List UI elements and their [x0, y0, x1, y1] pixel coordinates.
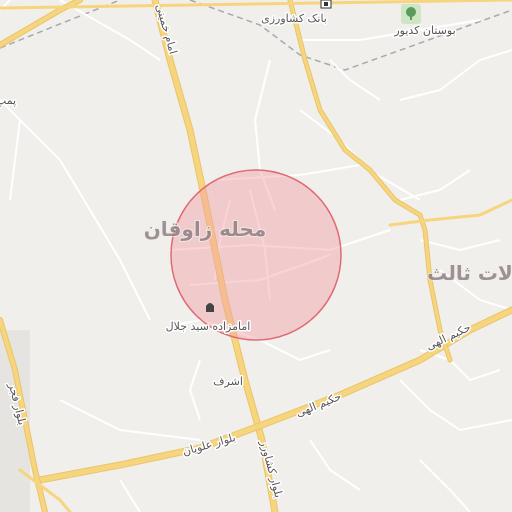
shrine-label[interactable]: امامزاده سید جلال — [164, 319, 252, 335]
neighborhood-label: محله زاوقان — [144, 217, 267, 241]
district-label: لات ثالث — [427, 261, 512, 285]
edge-label-left: پمپ — [0, 94, 16, 107]
map-view[interactable]: محله زاوقان لات ثالث امامزاده سید جلال ب… — [0, 0, 512, 512]
bank-icon[interactable] — [320, 0, 332, 9]
park-label[interactable]: بوستان کدیور — [392, 23, 457, 39]
street-label-ashraf: اشرف — [213, 375, 243, 388]
bank-label[interactable]: بانک کشاورزی — [260, 11, 329, 27]
park-icon[interactable] — [401, 4, 421, 24]
search-radius-circle[interactable] — [170, 169, 342, 341]
map-canvas[interactable]: محله زاوقان لات ثالث امامزاده سید جلال ب… — [0, 0, 512, 512]
